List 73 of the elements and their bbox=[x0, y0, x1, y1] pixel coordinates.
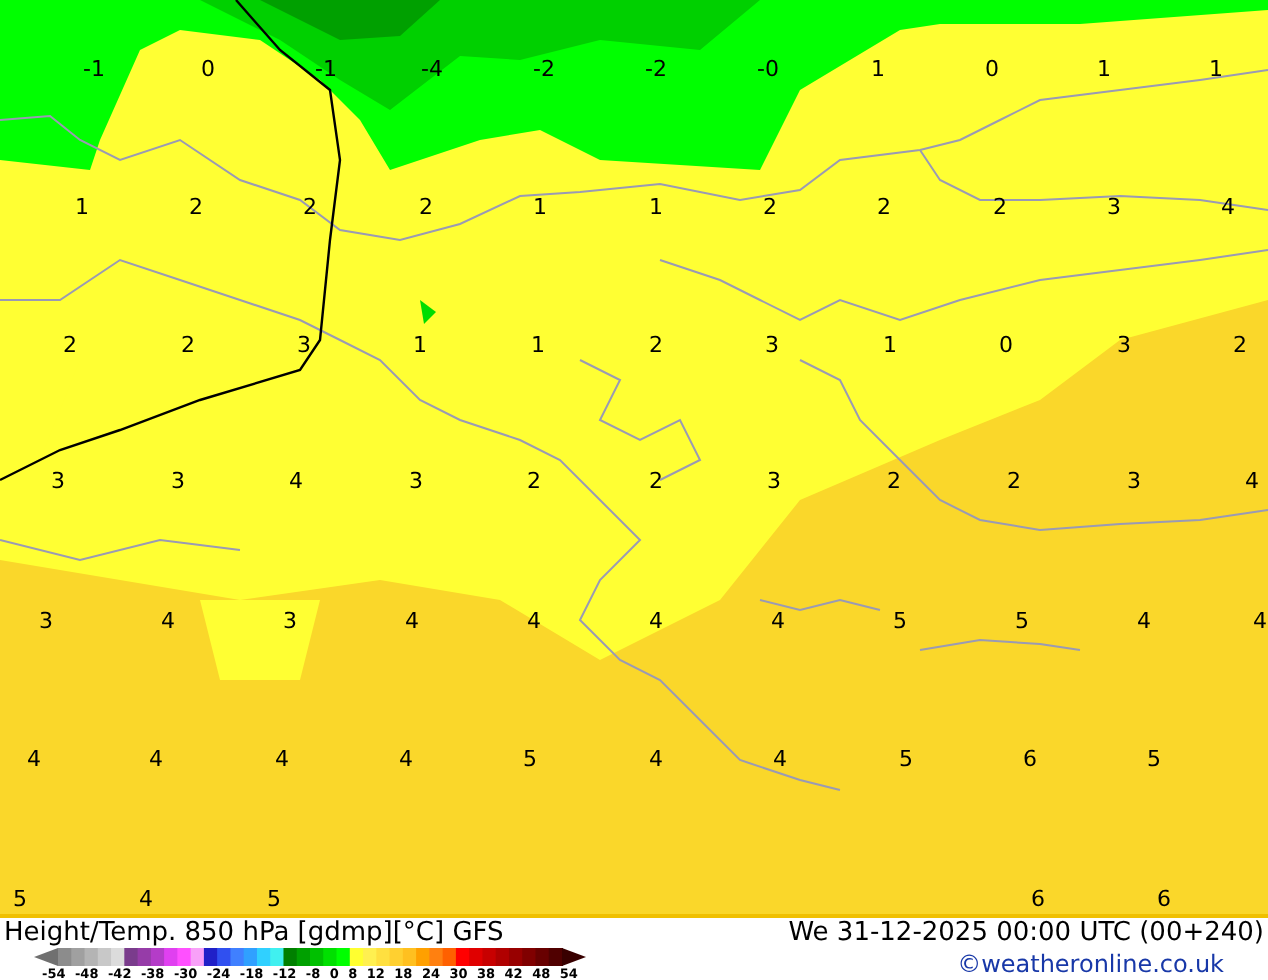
temperature-value: 2 bbox=[993, 196, 1007, 220]
temperature-value: 2 bbox=[1233, 334, 1247, 358]
credit-link[interactable]: ©weatheronline.co.uk bbox=[957, 948, 1224, 980]
temperature-value: 4 bbox=[1137, 610, 1151, 634]
temperature-value: 1 bbox=[533, 196, 547, 220]
temperature-value: 5 bbox=[267, 888, 281, 912]
temperature-value: 4 bbox=[405, 610, 419, 634]
temperature-value: 3 bbox=[765, 334, 779, 358]
temperature-value: 1 bbox=[1097, 58, 1111, 82]
temperature-value: 3 bbox=[283, 610, 297, 634]
temperature-value: 3 bbox=[767, 470, 781, 494]
valid-time: We 31-12-2025 00:00 UTC (00+240) bbox=[788, 918, 1264, 948]
temperature-value: 3 bbox=[1127, 470, 1141, 494]
temperature-value: 5 bbox=[13, 888, 27, 912]
temperature-value: -4 bbox=[421, 58, 443, 82]
temperature-value: 2 bbox=[887, 470, 901, 494]
temperature-value: 3 bbox=[297, 334, 311, 358]
temperature-value: 2 bbox=[877, 196, 891, 220]
temperature-value: 6 bbox=[1023, 748, 1037, 772]
temperature-value: 4 bbox=[771, 610, 785, 634]
temperature-value: 5 bbox=[1147, 748, 1161, 772]
temperature-value: 3 bbox=[1117, 334, 1131, 358]
temperature-value: 1 bbox=[531, 334, 545, 358]
temperature-value: 5 bbox=[899, 748, 913, 772]
temperature-value: 4 bbox=[527, 610, 541, 634]
temperature-value: 4 bbox=[149, 748, 163, 772]
temperature-value: 4 bbox=[1221, 196, 1235, 220]
temperature-value: 5 bbox=[1015, 610, 1029, 634]
temperature-value: 4 bbox=[773, 748, 787, 772]
temperature-value: 4 bbox=[289, 470, 303, 494]
temperature-value: 2 bbox=[649, 470, 663, 494]
temperature-value: 3 bbox=[51, 470, 65, 494]
temperature-value: 4 bbox=[649, 748, 663, 772]
temperature-value: 6 bbox=[1031, 888, 1045, 912]
temperature-value: 2 bbox=[63, 334, 77, 358]
temperature-value: 0 bbox=[201, 58, 215, 82]
temperature-value: 1 bbox=[649, 196, 663, 220]
temperature-value: 5 bbox=[523, 748, 537, 772]
temperature-value: -2 bbox=[533, 58, 555, 82]
temperature-value: -0 bbox=[757, 58, 779, 82]
temperature-value: 3 bbox=[1107, 196, 1121, 220]
temperature-value: 6 bbox=[1157, 888, 1171, 912]
temperature-value: 3 bbox=[409, 470, 423, 494]
chart-title: Height/Temp. 850 hPa [gdmp][°C] GFS bbox=[4, 918, 504, 948]
temperature-value: -1 bbox=[83, 58, 105, 82]
temperature-value: -2 bbox=[645, 58, 667, 82]
temperature-value: 1 bbox=[883, 334, 897, 358]
temperature-value: 2 bbox=[189, 196, 203, 220]
temperature-value: 2 bbox=[1007, 470, 1021, 494]
temperature-value: 2 bbox=[763, 196, 777, 220]
temperature-value: 2 bbox=[527, 470, 541, 494]
temperature-value: 3 bbox=[39, 610, 53, 634]
temperature-value: 4 bbox=[139, 888, 153, 912]
temperature-value: 4 bbox=[399, 748, 413, 772]
temperature-value: 3 bbox=[171, 470, 185, 494]
temperature-value: 2 bbox=[181, 334, 195, 358]
temperature-value: 4 bbox=[649, 610, 663, 634]
temperature-value: 5 bbox=[893, 610, 907, 634]
temperature-value: 2 bbox=[419, 196, 433, 220]
temperature-value: 0 bbox=[999, 334, 1013, 358]
temperature-value: 2 bbox=[303, 196, 317, 220]
temperature-value: 1 bbox=[413, 334, 427, 358]
temperature-value: 4 bbox=[275, 748, 289, 772]
temperature-value: 1 bbox=[871, 58, 885, 82]
temperature-value: 4 bbox=[27, 748, 41, 772]
temperature-value: 1 bbox=[1209, 58, 1223, 82]
temperature-value: 4 bbox=[161, 610, 175, 634]
temperature-value: 2 bbox=[649, 334, 663, 358]
temperature-value: 1 bbox=[75, 196, 89, 220]
temperature-value: 4 bbox=[1245, 470, 1259, 494]
temperature-value: -1 bbox=[315, 58, 337, 82]
temperature-value: 0 bbox=[985, 58, 999, 82]
temperature-value: 4 bbox=[1253, 610, 1267, 634]
